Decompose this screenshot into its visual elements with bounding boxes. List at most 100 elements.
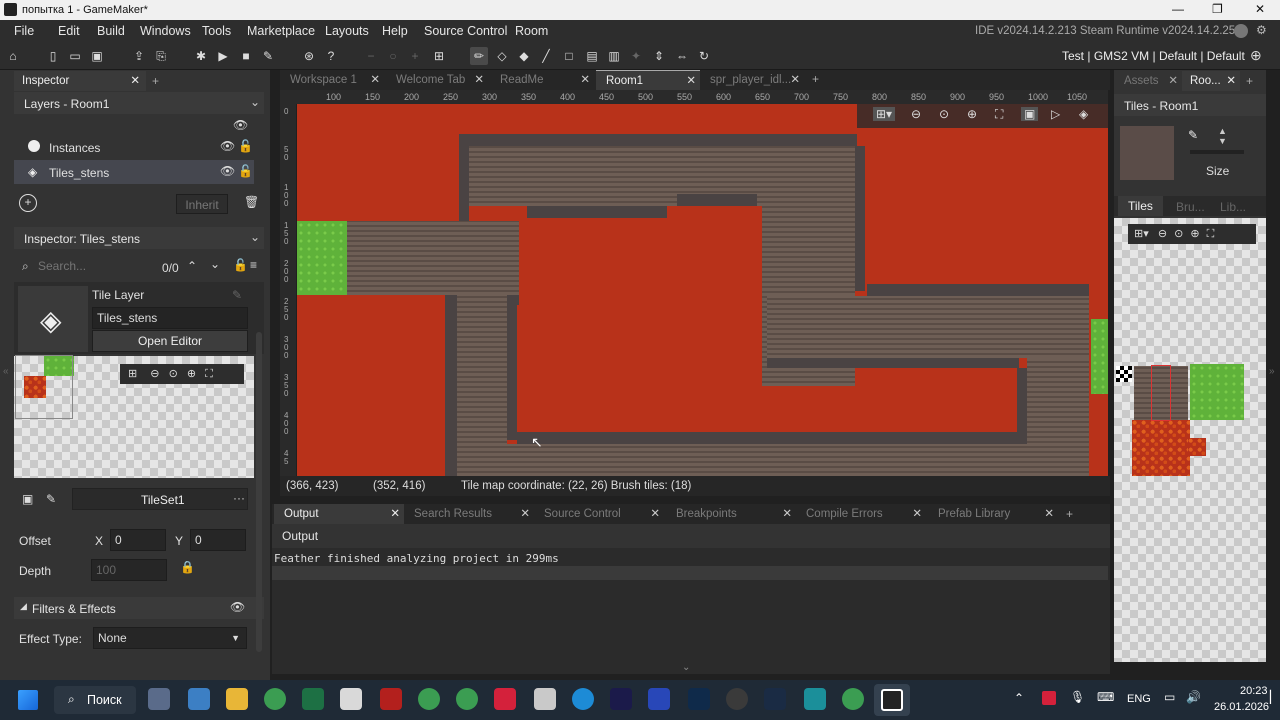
paint-bucket-icon[interactable]: ▥ [605,47,623,65]
chevron-down-icon[interactable]: ⌄ [210,257,220,271]
close-icon[interactable]: ✕ [650,504,660,524]
close-icon[interactable]: ✕ [130,71,140,91]
close-icon[interactable]: ✕ [686,71,696,91]
lock-icon[interactable]: 🔓 [233,258,248,272]
menu-file[interactable]: File [14,24,34,38]
zoom-out-icon[interactable]: ⊖ [150,368,159,380]
tab-room1[interactable]: Room1 ✕ [596,70,700,90]
fit-screen-icon[interactable]: ⛶ [995,107,1003,122]
rotate-icon[interactable]: ↻ [695,47,713,65]
create-exe-icon[interactable]: ⎘ [152,47,170,65]
gamemaker-taskbar-item[interactable] [874,684,910,716]
edge-icon[interactable] [572,688,594,710]
tab-spr-player-idle[interactable]: spr_player_idl... ✕ [700,70,804,90]
tile-palette[interactable]: ⊞▾ ⊖ ⊙ ⊕ ⛶ [1114,218,1266,662]
add-tab-icon[interactable]: + [1066,507,1073,521]
file-explorer-icon[interactable] [226,688,248,710]
delete-layer-icon[interactable]: 🗑 [244,195,259,209]
add-tab-icon[interactable]: + [812,72,819,86]
chrome-icon[interactable] [418,688,440,710]
menu-build[interactable]: Build [97,24,125,38]
lock-icon[interactable]: 🔓 [238,139,253,153]
filters-effects-header[interactable]: ◢ Filters & Effects 👁 [14,597,264,619]
close-icon[interactable]: ✕ [1226,71,1236,91]
eraser-tool-icon[interactable]: ◇ [493,47,511,65]
layers-header[interactable]: Layers - Room1 ⌄ [14,92,264,114]
layers-icon[interactable]: ◈ [1079,107,1088,121]
inherit-button[interactable]: Inherit [176,194,228,214]
game-options-icon[interactable]: ⊛ [300,47,318,65]
run-icon[interactable]: ▶ [214,47,232,65]
flip-horizontal-icon[interactable]: ⇔ [673,47,691,65]
notifications-icon[interactable]: ▏ [1270,690,1279,704]
tab-welcome[interactable]: Welcome Tab ✕ [386,70,488,90]
minimize-icon[interactable]: — [1172,2,1184,16]
grid-icon[interactable]: ⊞▾ [873,107,896,121]
depth-lock-icon[interactable]: 🔒 [180,560,195,574]
more-icon[interactable]: ··· [233,491,245,505]
close-icon[interactable]: ✕ [1255,2,1265,16]
close-icon[interactable]: ✕ [474,70,484,90]
visibility-eye-icon[interactable]: 👁 [230,600,245,614]
grid-toggle-icon[interactable]: ⊞ [430,47,448,65]
tileset-select-icon[interactable]: ▣ [22,492,33,506]
tab-readme[interactable]: ReadMe ✕ [490,70,594,90]
volume-icon[interactable]: 🔊 [1186,690,1201,704]
zoom-reset-icon[interactable]: ○ [384,47,402,65]
offset-y-input[interactable]: 0 [190,529,246,551]
tab-inspector[interactable]: Inspector ✕ [14,71,146,91]
app-icon[interactable] [726,688,748,710]
photoshop-icon[interactable] [688,688,710,710]
chevron-down-icon[interactable]: ⌄ [250,230,260,244]
close-icon[interactable]: ✕ [520,504,530,524]
stop-icon[interactable]: ■ [237,47,255,65]
package-icon[interactable]: ⇪ [130,47,148,65]
room-canvas[interactable]: ⊞▾ ⊖ ⊙ ⊕ ⛶ ▣ ▷ ◈ ↖ [297,104,1108,476]
eyedropper-icon[interactable]: ◆ [515,47,533,65]
tab-prefab-library[interactable]: Prefab Library ✕ [928,504,1058,524]
collapse-left-icon[interactable]: « [3,366,9,377]
effect-type-select[interactable]: None ▼ [93,627,247,649]
language-indicator[interactable]: ENG [1127,693,1151,705]
zoom-in-icon[interactable]: ⊕ [967,107,977,121]
magic-wand-icon[interactable]: ✦ [627,47,645,65]
tileset-preview[interactable]: ⊞ ⊖ ⊙ ⊕ ⛶ [14,355,254,478]
visibility-eye-icon[interactable]: 👁 [220,164,235,178]
chrome-icon[interactable] [264,688,286,710]
depth-input[interactable]: 100 [91,559,167,581]
search-input[interactable] [34,255,154,277]
tab-workspace-1[interactable]: Workspace 1 ✕ [280,70,384,90]
offset-x-input[interactable]: 0 [110,529,166,551]
zoom-in-icon[interactable]: ⊕ [187,368,196,380]
collapse-right-icon[interactable]: » [1269,366,1275,377]
3dsmax-icon[interactable] [804,688,826,710]
line-tool-icon[interactable]: ╱ [537,47,555,65]
zoom-reset-icon[interactable]: ⊙ [169,368,178,380]
tab-search-results[interactable]: Search Results ✕ [404,504,534,524]
keyboard-icon[interactable]: ⌨ [1097,690,1114,704]
filezilla-icon[interactable] [380,688,402,710]
tab-breakpoints[interactable]: Breakpoints ✕ [666,504,796,524]
tray-app-icon[interactable] [1042,691,1056,705]
close-icon[interactable]: ✕ [912,504,922,524]
taskbar-search[interactable]: ⌕ Поиск [54,686,136,714]
new-project-icon[interactable]: ▯ [44,47,62,65]
visibility-eye-icon[interactable]: 👁 [233,118,248,132]
save-icon[interactable]: ▣ [88,47,106,65]
size-slider[interactable] [1190,150,1244,154]
close-icon[interactable]: ✕ [390,504,400,524]
tab-assets[interactable]: Assets ✕ [1116,71,1182,91]
add-layer-icon[interactable]: + [19,194,37,212]
scrollbar[interactable] [256,332,262,652]
close-icon[interactable]: ✕ [790,70,800,90]
open-editor-button[interactable]: Open Editor [92,330,248,352]
rectangle-tool-icon[interactable]: □ [560,47,578,65]
tab-source-control[interactable]: Source Control ✕ [534,504,664,524]
calculator-icon[interactable] [188,688,210,710]
tab-output[interactable]: Output ✕ [274,504,404,524]
menu-lines-icon[interactable]: ≡ [250,258,257,272]
tab-tiles[interactable]: Tiles [1118,196,1163,216]
size-stepper-icon[interactable]: ▲ ▼ [1218,126,1227,146]
add-tab-icon[interactable]: + [1246,74,1253,88]
microphone-icon[interactable]: 🎙 [1070,690,1085,704]
